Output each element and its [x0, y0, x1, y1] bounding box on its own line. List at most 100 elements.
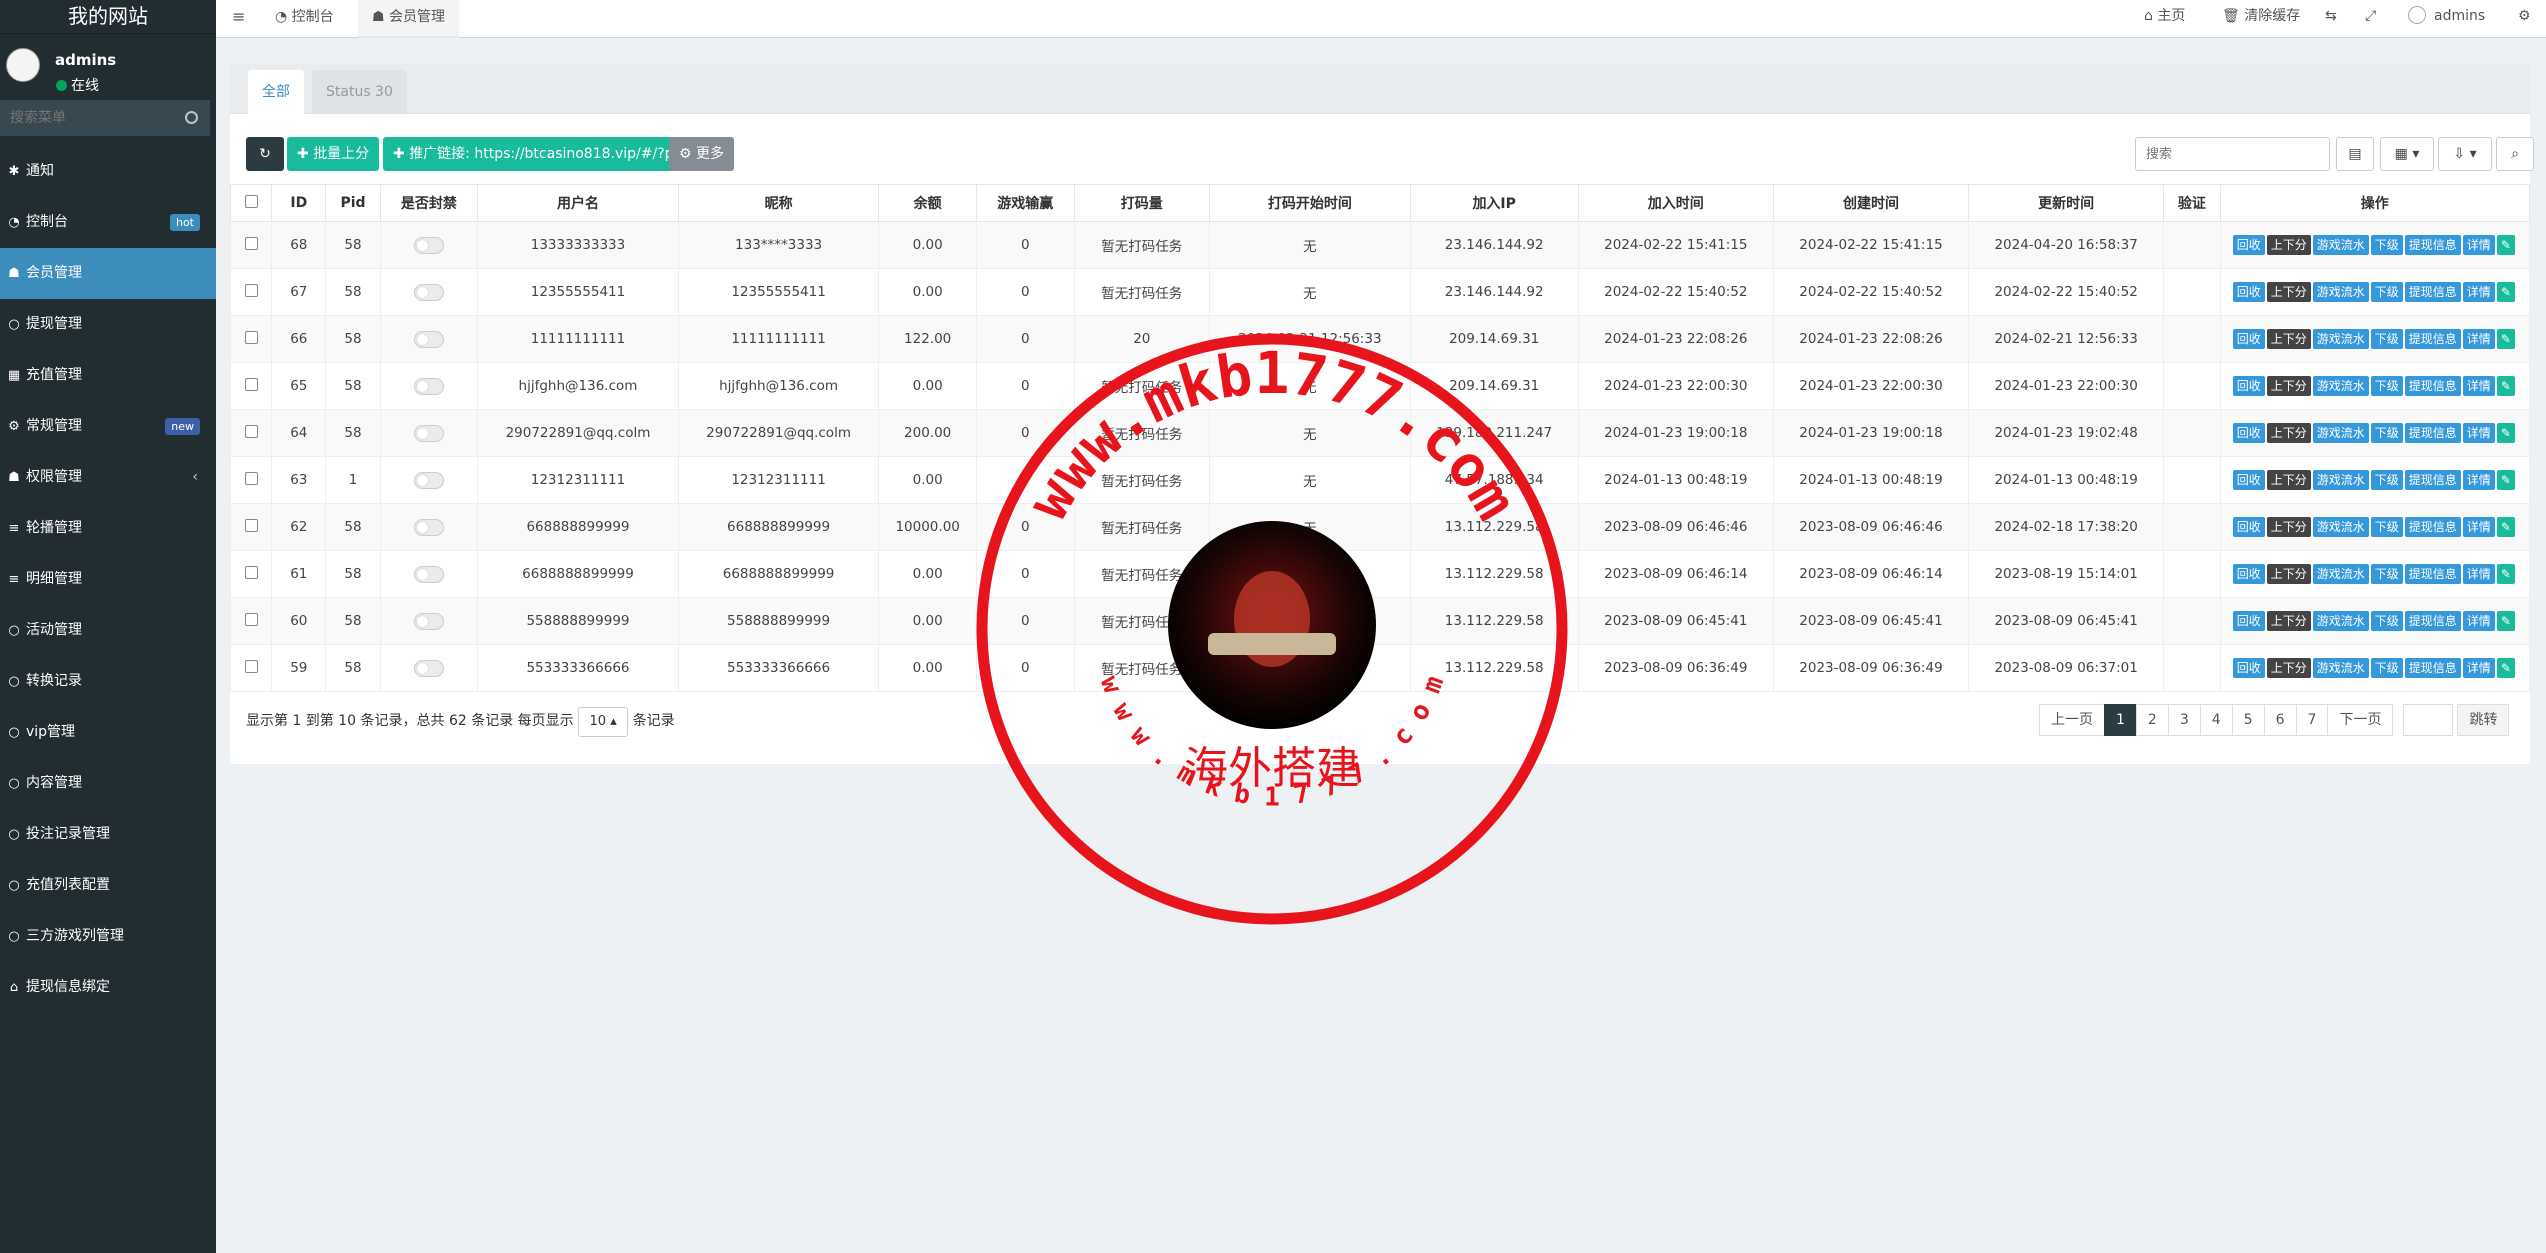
sidebar-item-14[interactable]: ○ 充值列表配置	[0, 860, 216, 911]
edit-icon[interactable]: ✎	[2496, 658, 2515, 678]
action-button[interactable]: 详情	[2462, 376, 2495, 396]
edit-icon[interactable]: ✎	[2496, 517, 2515, 537]
sidebar-item-8[interactable]: ≡ 明细管理	[0, 554, 216, 605]
tab-status-30[interactable]: Status 30	[312, 70, 407, 114]
action-button[interactable]: 回收	[2232, 611, 2265, 631]
action-button[interactable]: 上下分	[2266, 658, 2311, 678]
ban-toggle[interactable]	[413, 565, 444, 583]
column-header[interactable]: 是否封禁	[379, 184, 479, 222]
action-button[interactable]: 游戏流水	[2312, 282, 2369, 302]
action-button[interactable]: 提现信息	[2404, 658, 2461, 678]
edit-icon[interactable]: ✎	[2496, 564, 2515, 584]
action-button[interactable]: 游戏流水	[2312, 376, 2369, 396]
edit-icon[interactable]: ✎	[2496, 282, 2515, 302]
action-button[interactable]: 提现信息	[2404, 517, 2461, 537]
ban-toggle[interactable]	[413, 236, 444, 254]
edit-icon[interactable]: ✎	[2496, 235, 2515, 255]
sidebar-item-7[interactable]: ≡ 轮播管理	[0, 503, 216, 554]
tab-dashboard[interactable]: ◔ 控制台	[261, 0, 348, 38]
sidebar-item-5[interactable]: ⚙ 常规管理 new	[0, 401, 216, 452]
action-button[interactable]: 提现信息	[2404, 376, 2461, 396]
action-button[interactable]: 游戏流水	[2312, 517, 2369, 537]
action-button[interactable]: 上下分	[2266, 564, 2311, 584]
site-logo[interactable]: 我的网站	[0, 0, 216, 34]
row-checkbox[interactable]	[244, 659, 258, 673]
row-checkbox[interactable]	[244, 612, 258, 626]
sidebar-item-6[interactable]: ☗ 权限管理 ‹	[0, 452, 216, 503]
row-checkbox[interactable]	[244, 424, 258, 438]
sidebar-item-12[interactable]: ○ 内容管理	[0, 758, 216, 809]
action-button[interactable]: 游戏流水	[2312, 423, 2369, 443]
action-button[interactable]: 回收	[2232, 470, 2265, 490]
row-checkbox[interactable]	[244, 236, 258, 250]
action-button[interactable]: 详情	[2462, 517, 2495, 537]
row-checkbox[interactable]	[244, 377, 258, 391]
ban-toggle[interactable]	[413, 518, 444, 536]
columns-icon[interactable]: ▦ ▾	[2380, 137, 2434, 171]
action-button[interactable]: 游戏流水	[2312, 658, 2369, 678]
action-button[interactable]: 上下分	[2266, 329, 2311, 349]
more-button[interactable]: ⚙ 更多	[669, 137, 735, 171]
action-button[interactable]: 回收	[2232, 329, 2265, 349]
action-button[interactable]: 详情	[2462, 658, 2495, 678]
edit-icon[interactable]: ✎	[2496, 611, 2515, 631]
column-header[interactable]: 用户名	[477, 184, 679, 222]
sidebar-item-13[interactable]: ○ 投注记录管理	[0, 809, 216, 860]
sidebar-item-3[interactable]: ○ 提现管理	[0, 299, 216, 350]
action-button[interactable]: 下级	[2370, 329, 2403, 349]
action-button[interactable]: 下级	[2370, 611, 2403, 631]
action-button[interactable]: 回收	[2232, 235, 2265, 255]
action-button[interactable]: 下级	[2370, 376, 2403, 396]
advanced-search-icon[interactable]: ⌕	[2496, 137, 2534, 171]
action-button[interactable]: 提现信息	[2404, 282, 2461, 302]
action-button[interactable]: 提现信息	[2404, 423, 2461, 443]
search-icon[interactable]	[185, 111, 198, 124]
toggle-view-icon[interactable]: ▤	[2336, 137, 2374, 171]
action-button[interactable]: 下级	[2370, 282, 2403, 302]
action-button[interactable]: 回收	[2232, 423, 2265, 443]
action-button[interactable]: 上下分	[2266, 282, 2311, 302]
fullscreen-icon[interactable]: ⤢	[2365, 0, 2376, 34]
table-search-input[interactable]	[2135, 137, 2330, 171]
chevron-left-icon[interactable]: ‹	[192, 452, 198, 503]
sidebar-search-input[interactable]	[0, 100, 210, 136]
action-button[interactable]: 提现信息	[2404, 611, 2461, 631]
sidebar-item-16[interactable]: ⌂ 提现信息绑定	[0, 962, 216, 1013]
edit-icon[interactable]: ✎	[2496, 376, 2515, 396]
column-header[interactable]: ID	[271, 184, 327, 222]
jump-button[interactable]: 跳转	[2457, 704, 2510, 736]
next-page-button[interactable]: 下一页	[2327, 704, 2394, 736]
menu-toggle-icon[interactable]: ≡	[216, 0, 246, 38]
translate-icon[interactable]: ⇆	[2325, 0, 2337, 34]
action-button[interactable]: 下级	[2370, 517, 2403, 537]
column-header[interactable]: 加入IP	[1409, 184, 1579, 222]
action-button[interactable]: 上下分	[2266, 517, 2311, 537]
sidebar-item-4[interactable]: ▦ 充值管理	[0, 350, 216, 401]
edit-icon[interactable]: ✎	[2496, 329, 2515, 349]
ban-toggle[interactable]	[413, 283, 444, 301]
page-button[interactable]: 5	[2231, 704, 2265, 736]
select-all-checkbox[interactable]	[244, 194, 258, 208]
page-button[interactable]: 2	[2135, 704, 2169, 736]
export-icon[interactable]: ⇩ ▾	[2438, 137, 2492, 171]
ban-toggle[interactable]	[413, 471, 444, 489]
page-size-select[interactable]: 10 ▴	[578, 707, 629, 737]
ban-toggle[interactable]	[413, 424, 444, 442]
column-header[interactable]: Pid	[325, 184, 381, 222]
column-header[interactable]: 昵称	[677, 184, 880, 222]
action-button[interactable]: 提现信息	[2404, 470, 2461, 490]
action-button[interactable]: 详情	[2462, 329, 2495, 349]
action-button[interactable]: 回收	[2232, 564, 2265, 584]
action-button[interactable]: 上下分	[2266, 470, 2311, 490]
action-button[interactable]: 游戏流水	[2312, 329, 2369, 349]
ban-toggle[interactable]	[413, 659, 444, 677]
action-button[interactable]: 详情	[2462, 564, 2495, 584]
batch-credit-button[interactable]: ✚ 批量上分	[287, 137, 380, 171]
edit-icon[interactable]: ✎	[2496, 470, 2515, 490]
action-button[interactable]: 下级	[2370, 470, 2403, 490]
action-button[interactable]: 回收	[2232, 517, 2265, 537]
column-header[interactable]: 创建时间	[1772, 184, 1970, 222]
sidebar-item-0[interactable]: ✱ 通知	[0, 146, 216, 197]
action-button[interactable]: 上下分	[2266, 611, 2311, 631]
refresh-button[interactable]: ↻	[246, 137, 284, 171]
